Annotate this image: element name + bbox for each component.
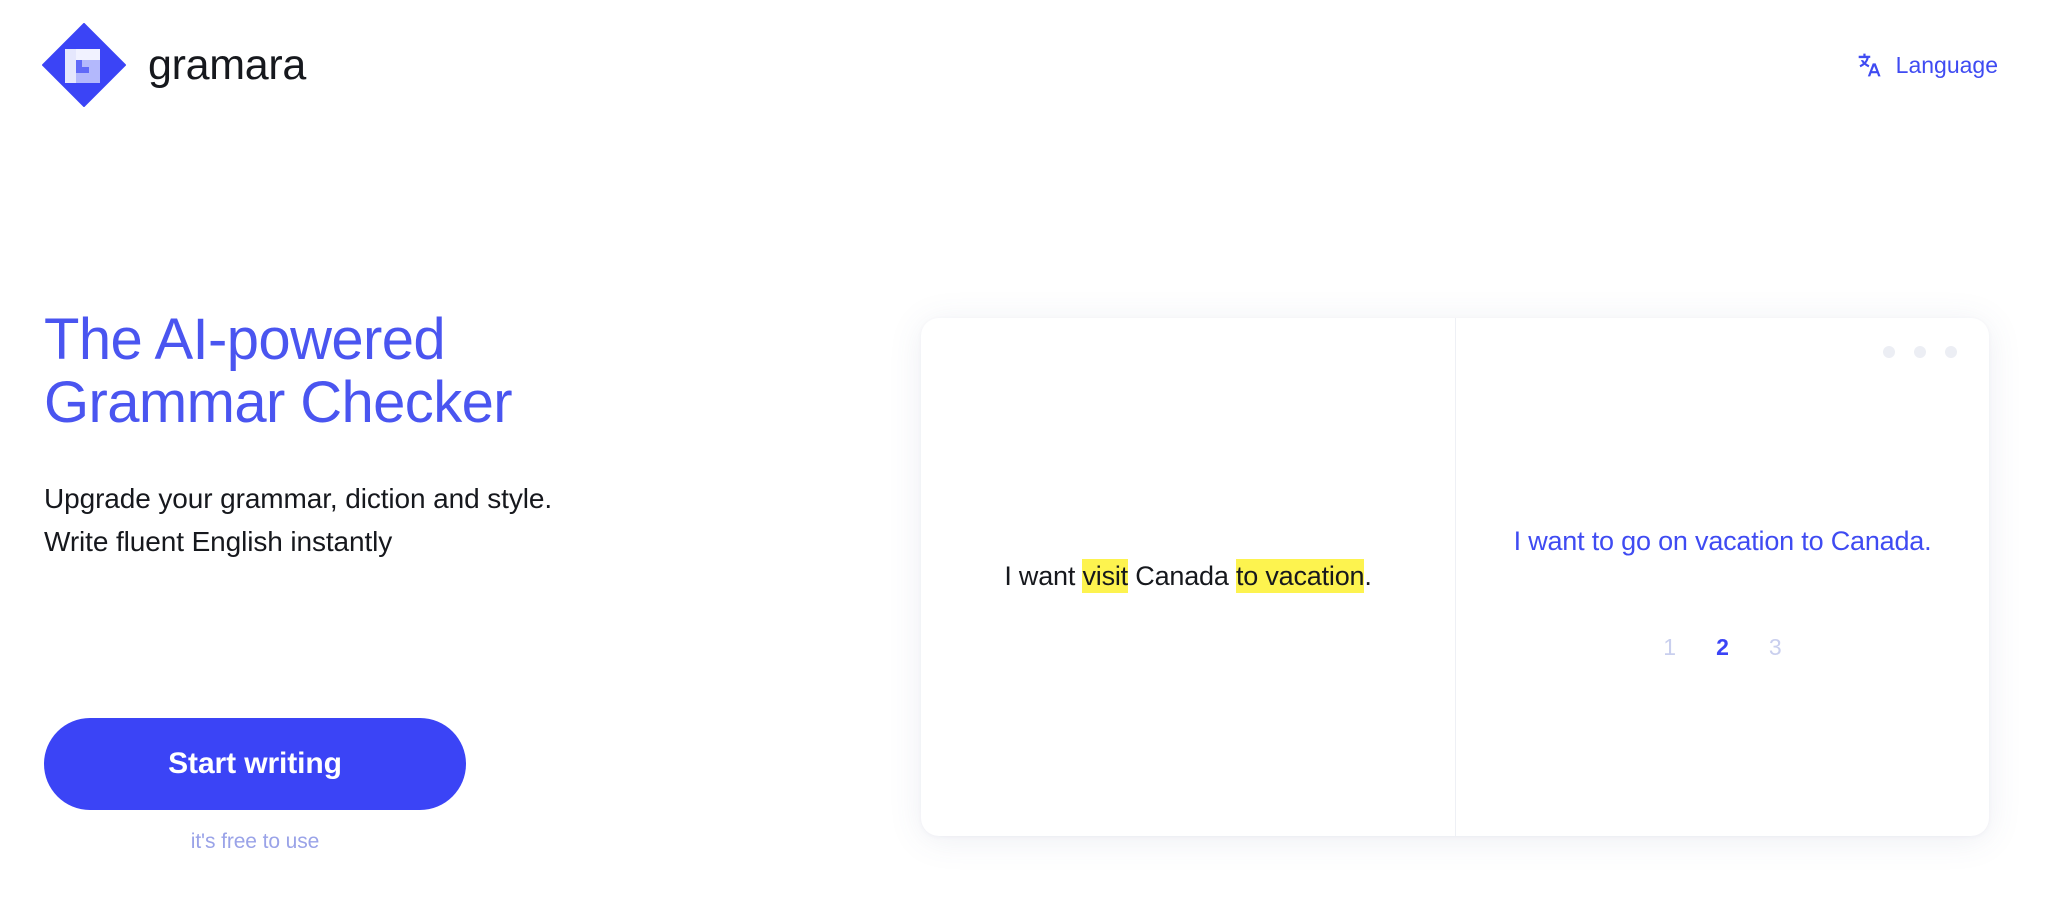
dot-3 xyxy=(1945,346,1957,358)
hero-subtitle-line-2: Write fluent English instantly xyxy=(44,525,393,557)
language-label: Language xyxy=(1895,51,1998,78)
cta-free-note: it's free to use xyxy=(190,830,320,853)
brand-name: gramara xyxy=(148,40,307,89)
pager-item-2[interactable]: 2 xyxy=(1716,636,1729,659)
pager-item-3[interactable]: 3 xyxy=(1769,636,1782,659)
page-title-line-2: Grammar Checker xyxy=(44,370,513,436)
input-text-part-3: . xyxy=(1364,561,1372,592)
dot-2 xyxy=(1914,346,1926,358)
three-dots-indicator-icon xyxy=(1883,346,1957,358)
demo-corrected-sentence: I want to go on vacation to Canada. xyxy=(1513,525,1932,556)
grammar-highlight-visit[interactable]: visit xyxy=(1082,559,1128,594)
suggestion-pager: 1 2 3 xyxy=(1663,636,1781,659)
grammar-demo-card: I want visit Canada to vacation. I want … xyxy=(921,318,1989,836)
page-title-line-1: The AI-powered xyxy=(44,307,446,372)
demo-input-sentence: I want visit Canada to vacation. xyxy=(1004,557,1372,596)
hero-section: The AI-powered Grammar Checker Upgrade y… xyxy=(44,308,904,564)
brand-logo-link[interactable]: gramara xyxy=(41,22,307,108)
site-header: gramara Language xyxy=(0,0,2048,130)
demo-output-pane: I want to go on vacation to Canada. 1 2 … xyxy=(1455,318,1989,836)
demo-input-pane[interactable]: I want visit Canada to vacation. xyxy=(921,318,1455,836)
gramara-diamond-logo-icon xyxy=(41,22,127,108)
start-writing-button[interactable]: Start writing xyxy=(44,718,466,810)
language-selector[interactable]: Language xyxy=(1850,43,2004,87)
dot-1 xyxy=(1883,346,1895,358)
hero-subtitle: Upgrade your grammar, diction and style.… xyxy=(44,478,904,563)
page-title: The AI-powered Grammar Checker xyxy=(44,308,904,434)
cta-group: Start writing it's free to use xyxy=(44,718,466,854)
translate-icon xyxy=(1856,51,1884,79)
input-text-part-2: Canada xyxy=(1127,561,1236,592)
pager-item-1[interactable]: 1 xyxy=(1663,636,1676,659)
grammar-highlight-to-vacation[interactable]: to vacation xyxy=(1235,559,1365,594)
hero-subtitle-line-1: Upgrade your grammar, diction and style. xyxy=(44,483,553,515)
input-text-part-1: I want xyxy=(1004,561,1083,592)
